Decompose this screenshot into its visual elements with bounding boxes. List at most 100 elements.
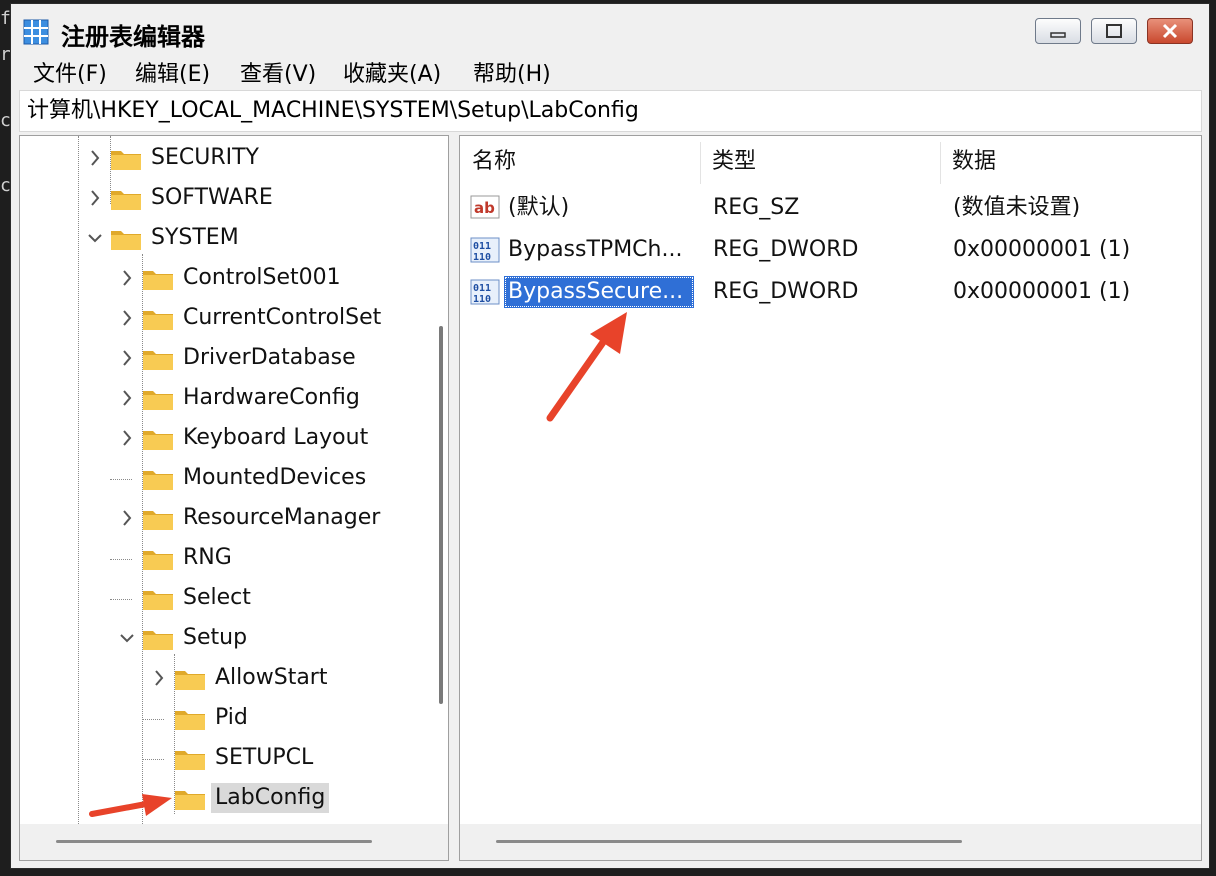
value-type: REG_DWORD [713,237,859,262]
value-data: (数值未设置) [953,195,1081,220]
tree-item-label: SOFTWARE [151,185,273,210]
tree-item[interactable]: LabConfig [20,780,440,818]
tree-item-label: SECURITY [151,145,259,170]
tree-item-label: RNG [183,545,232,570]
folder-icon [143,471,173,490]
value-row[interactable]: 011 110 BypassSecure... REG_DWORD 0x00000001… [460,272,1201,312]
title-bar[interactable]: 注册表编辑器 [11,4,1209,51]
tree-item[interactable]: CurrentControlSet [20,300,440,338]
tree-item[interactable]: SOFTWARE [20,180,440,218]
tree-item-label: CurrentControlSet [183,305,382,330]
chevron-right-icon[interactable] [118,428,136,448]
value-name: BypassSecure... [504,276,694,308]
tree-item[interactable]: HardwareConfig [20,380,440,418]
value-row[interactable]: ab (默认) REG_SZ (数值未设置) [460,188,1201,228]
tree-item[interactable]: RNG [20,540,440,578]
value-list-pane[interactable]: 名称 类型 数据 ab (默认) REG_SZ (数值未设置) 011 110 Bypass… [459,135,1202,861]
folder-icon [175,711,205,730]
address-bar[interactable]: 计算机\HKEY_LOCAL_MACHINE\SYSTEM\Setup\LabC… [19,90,1202,132]
tree-item-label: MountedDevices [183,465,367,490]
tree-item[interactable]: ControlSet001 [20,260,440,298]
maximize-icon [1106,24,1122,38]
folder-icon [175,751,205,770]
tree-item[interactable]: MountedDevices [20,460,440,498]
column-header-type[interactable]: 类型 [700,136,940,188]
window-title: 注册表编辑器 [61,23,205,51]
chevron-right-icon[interactable] [118,308,136,328]
list-horizontal-scrollbar[interactable] [496,840,962,843]
svg-text:ab: ab [474,199,495,217]
key-tree-pane[interactable]: SECURITY SOFTWARE SYSTEM ControlSet001 Curre… [19,135,449,861]
close-button[interactable] [1147,18,1193,44]
tree-item-label: DriverDatabase [183,345,356,370]
chevron-down-icon[interactable] [118,628,136,648]
chevron-right-icon[interactable] [150,668,168,688]
list-horizontal-scrollbar-track [460,824,1201,860]
column-header-data[interactable]: 数据 [940,136,1200,188]
menu-favorites[interactable]: 收藏夹(A) [343,56,441,88]
maximize-button[interactable] [1091,18,1137,44]
tree-horizontal-scrollbar[interactable] [56,840,372,843]
tree-item-label: ResourceManager [183,505,381,530]
tree-item[interactable]: Setup [20,620,440,658]
tree-guide-line [142,799,164,800]
menu-help[interactable]: 帮助(H) [473,56,551,88]
folder-icon [143,591,173,610]
folder-icon [111,151,141,170]
tree-item-label: Pid [215,705,248,730]
tree-item-label: Keyboard Layout [183,425,369,450]
chevron-right-icon[interactable] [86,148,104,168]
dword-value-icon: 011110 [470,279,500,305]
tree-item-label: HardwareConfig [183,385,360,410]
chevron-right-icon[interactable] [118,348,136,368]
tree-item[interactable]: SECURITY [20,140,440,178]
folder-icon [143,551,173,570]
tree-item[interactable]: Pid [20,700,440,738]
folder-icon [143,631,173,650]
column-header-name[interactable]: 名称 [460,136,700,188]
folder-icon [175,791,205,810]
menu-edit[interactable]: 编辑(E) [135,56,210,88]
minimize-icon [1050,32,1066,38]
folder-icon [111,231,141,250]
folder-icon [143,311,173,330]
tree-guide-line [110,479,132,480]
chevron-right-icon[interactable] [86,188,104,208]
tree-guide-line [110,599,132,600]
tree-item-label: SYSTEM [151,225,239,250]
tree-item-label: SETUPCL [215,745,314,770]
tree-vertical-scrollbar[interactable] [439,326,443,704]
chevron-right-icon[interactable] [118,508,136,528]
tree-item[interactable]: SYSTEM [20,220,440,258]
tree-item[interactable]: Keyboard Layout [20,420,440,458]
chevron-right-icon[interactable] [118,268,136,288]
value-row[interactable]: 011 110 BypassTPMCh... REG_DWORD 0x00000001 … [460,230,1201,270]
minimize-button[interactable] [1035,18,1081,44]
tree-item-label: Select [183,585,251,610]
svg-text:011: 011 [473,283,491,294]
chevron-right-icon[interactable] [118,388,136,408]
tree-item[interactable]: DriverDatabase [20,340,440,378]
tree-item[interactable]: Select [20,580,440,618]
tree-item-label: ControlSet001 [183,265,341,290]
value-name: (默认) [508,195,570,220]
menu-view[interactable]: 查看(V) [240,56,316,88]
value-name: BypassTPMCh... [508,237,683,262]
tree-guide-line [110,559,132,560]
folder-icon [143,431,173,450]
menu-file[interactable]: 文件(F) [33,56,107,88]
folder-icon [143,391,173,410]
folder-icon [143,271,173,290]
registry-editor-icon [23,19,49,45]
chevron-down-icon[interactable] [86,228,104,248]
registry-editor-window: 注册表编辑器 文件(F) 编辑(E) 查看(V) 收藏夹(A) 帮助(H) 计算… [10,3,1210,869]
svg-text:110: 110 [473,294,491,305]
tree-item[interactable]: AllowStart [20,660,440,698]
tree-item[interactable]: SETUPCL [20,740,440,778]
tree-item[interactable]: ResourceManager [20,500,440,538]
value-type: REG_DWORD [713,279,859,304]
tree-horizontal-scrollbar-track [20,824,448,860]
svg-text:110: 110 [473,252,491,263]
tree-item-label: Setup [183,625,248,650]
value-type: REG_SZ [713,195,800,220]
